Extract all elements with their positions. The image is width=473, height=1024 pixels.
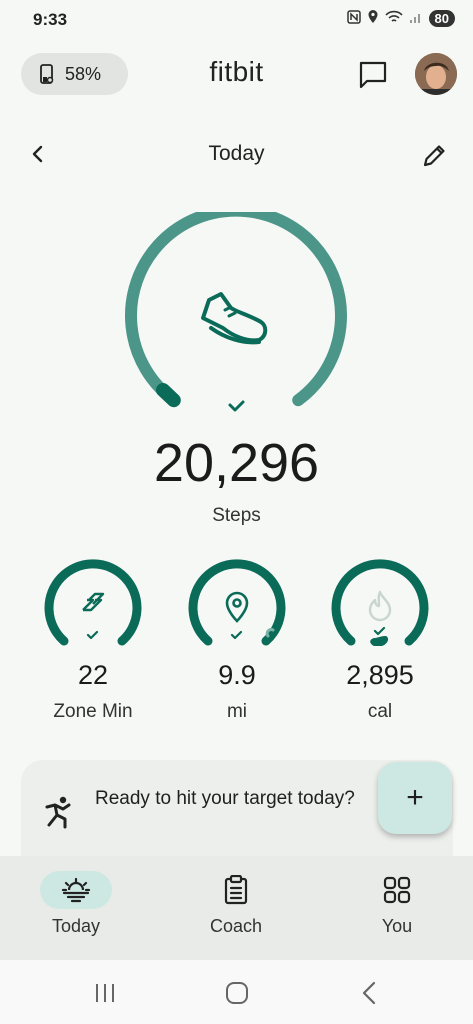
steps-progress-arc [125,204,347,407]
profile-photo [415,53,457,95]
status-time: 9:33 [33,10,68,29]
nav-today-label: Today [51,916,101,936]
page-title: Today [208,142,265,165]
system-back-button[interactable] [355,980,385,1006]
nav-item-you[interactable]: You [337,856,457,937]
battery-indicator: 80 [428,9,455,27]
steps-arc-start [156,383,181,408]
running-person-icon [43,795,73,829]
system-navigation-bar [0,960,473,1024]
zone-minutes-value: 22 [77,660,109,690]
nav-item-today[interactable]: Today [16,856,136,937]
nav-today-pill [40,871,112,909]
recent-apps-icon [96,984,114,1002]
zone-minutes-label: Zone Min [53,701,133,722]
coach-card-text: Ready to hit your target today? [95,788,355,809]
add-button[interactable]: + [378,762,452,834]
calories-stat[interactable]: 2,895 cal [315,558,445,723]
calories-label: cal [367,701,393,722]
signal-icon [409,10,423,27]
bottom-navigation: Today Coach You [0,856,473,960]
wifi-icon [384,10,403,27]
nav-coach-label: Coach [209,916,263,936]
calories-value: 2,895 [346,660,414,690]
recent-apps-button[interactable] [90,980,120,1006]
zone-minutes-stat[interactable]: 22 Zone Min [28,558,158,723]
distance-stat[interactable]: 9.9 mi [172,558,302,723]
nav-you-pill [361,871,433,909]
nav-coach-pill [200,871,272,909]
grid-icon [383,876,411,904]
steps-ring[interactable] [121,204,351,422]
home-button[interactable] [222,980,252,1006]
pencil-icon [423,145,445,167]
app-logo: fitbit [209,56,264,87]
steps-value: 20,296 [153,433,320,493]
back-icon [362,981,376,1005]
nav-you-label: You [381,916,413,936]
distance-value: 9.9 [218,660,256,690]
home-icon [226,982,248,1004]
status-bar: 9:33 80 [0,0,473,40]
chat-icon [359,61,387,89]
status-icons: 80 [346,9,455,27]
avatar[interactable] [415,53,457,95]
steps-label: Steps [212,505,261,526]
shoe-icon [201,292,268,345]
location-icon [367,9,379,27]
edit-button[interactable] [420,140,450,170]
location-pin-icon [225,591,249,623]
clipboard-icon [224,875,248,905]
goal-check-icon [228,400,245,412]
sunrise-icon [61,877,91,903]
nfc-icon [346,9,361,27]
messages-button[interactable] [356,58,390,92]
zone-minutes-icon [82,592,105,612]
distance-label: mi [226,701,248,722]
flame-icon [368,590,392,622]
nav-item-coach[interactable]: Coach [176,856,296,937]
